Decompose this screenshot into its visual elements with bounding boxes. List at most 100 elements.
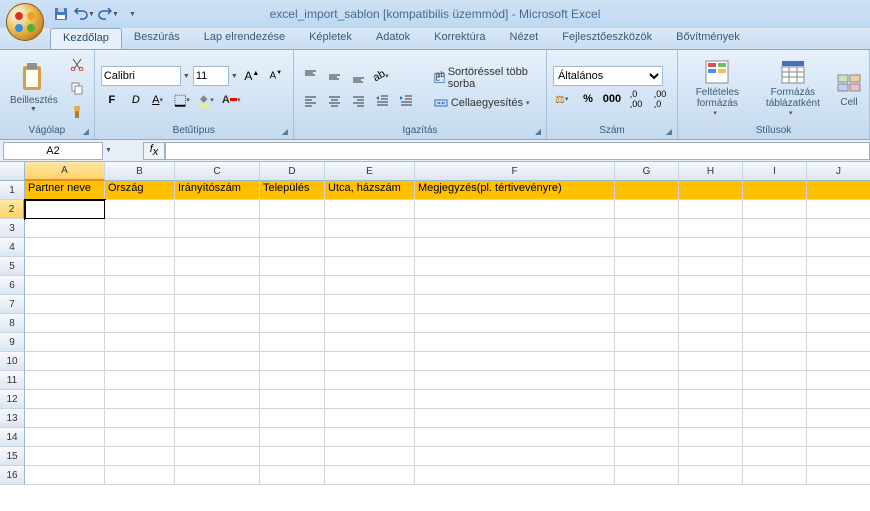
- cell[interactable]: [679, 200, 743, 219]
- cell[interactable]: [25, 314, 105, 333]
- tab-beszúrás[interactable]: Beszúrás: [122, 28, 192, 49]
- cell[interactable]: [25, 200, 105, 219]
- cell[interactable]: [679, 295, 743, 314]
- cell[interactable]: [807, 295, 870, 314]
- cell[interactable]: [415, 447, 615, 466]
- cell[interactable]: [679, 238, 743, 257]
- align-middle-button[interactable]: [324, 65, 346, 87]
- bold-button[interactable]: F: [101, 89, 123, 111]
- cell[interactable]: [415, 466, 615, 485]
- column-header[interactable]: E: [325, 162, 415, 181]
- cell[interactable]: [105, 352, 175, 371]
- tab-nézet[interactable]: Nézet: [498, 28, 551, 49]
- cell[interactable]: [415, 314, 615, 333]
- row-header[interactable]: 10: [0, 352, 25, 371]
- row-header[interactable]: 16: [0, 466, 25, 485]
- decrease-indent-button[interactable]: [372, 89, 394, 111]
- cell[interactable]: [325, 257, 415, 276]
- undo-button[interactable]: ▼: [74, 3, 96, 25]
- font-color-button[interactable]: A▾: [221, 89, 243, 111]
- cell[interactable]: [25, 257, 105, 276]
- cell[interactable]: [260, 466, 325, 485]
- align-right-button[interactable]: [348, 89, 370, 111]
- column-header[interactable]: C: [175, 162, 260, 181]
- cell[interactable]: [807, 409, 870, 428]
- row-header[interactable]: 6: [0, 276, 25, 295]
- cell[interactable]: [260, 257, 325, 276]
- cell[interactable]: [615, 257, 679, 276]
- cell[interactable]: [679, 333, 743, 352]
- cell[interactable]: [105, 314, 175, 333]
- cell[interactable]: [175, 333, 260, 352]
- office-button[interactable]: [6, 3, 44, 41]
- tab-lap-elrendezése[interactable]: Lap elrendezése: [192, 28, 297, 49]
- cell[interactable]: [415, 390, 615, 409]
- number-format-combo[interactable]: Általános: [553, 66, 663, 86]
- cell[interactable]: [679, 466, 743, 485]
- cell[interactable]: [260, 352, 325, 371]
- cell[interactable]: [105, 219, 175, 238]
- select-all-corner[interactable]: [0, 162, 25, 181]
- cell[interactable]: [615, 333, 679, 352]
- cell[interactable]: [105, 390, 175, 409]
- borders-button[interactable]: ▾: [173, 89, 195, 111]
- wrap-text-button[interactable]: abcSortöréssel több sorba: [428, 64, 540, 92]
- cell[interactable]: [415, 276, 615, 295]
- cell[interactable]: [679, 352, 743, 371]
- tab-fejlesztőeszközök[interactable]: Fejlesztőeszközök: [550, 28, 664, 49]
- cell[interactable]: [25, 371, 105, 390]
- cell[interactable]: [415, 352, 615, 371]
- grow-font-button[interactable]: A▲: [241, 65, 263, 87]
- cell[interactable]: [679, 409, 743, 428]
- clipboard-launcher[interactable]: ◢: [80, 125, 92, 137]
- cell[interactable]: [25, 390, 105, 409]
- cell[interactable]: [615, 409, 679, 428]
- cell[interactable]: [807, 352, 870, 371]
- cell[interactable]: [325, 333, 415, 352]
- cell[interactable]: [25, 352, 105, 371]
- underline-button[interactable]: A▾: [149, 89, 171, 111]
- increase-indent-button[interactable]: [396, 89, 418, 111]
- cell[interactable]: [325, 219, 415, 238]
- cell[interactable]: [105, 428, 175, 447]
- cell[interactable]: [679, 257, 743, 276]
- cell[interactable]: [260, 238, 325, 257]
- cell[interactable]: [325, 314, 415, 333]
- cell[interactable]: [175, 447, 260, 466]
- number-launcher[interactable]: ◢: [663, 125, 675, 137]
- cell[interactable]: [175, 409, 260, 428]
- cell[interactable]: [615, 371, 679, 390]
- cell[interactable]: [175, 390, 260, 409]
- cell[interactable]: [325, 238, 415, 257]
- cell[interactable]: Utca, házszám: [325, 181, 415, 200]
- cell[interactable]: [807, 181, 870, 200]
- cell[interactable]: Partner neve: [25, 181, 105, 200]
- name-box[interactable]: A2: [3, 142, 103, 160]
- cell[interactable]: [807, 466, 870, 485]
- column-header[interactable]: J: [807, 162, 870, 181]
- cell[interactable]: [743, 333, 807, 352]
- row-header[interactable]: 3: [0, 219, 25, 238]
- cell[interactable]: [743, 238, 807, 257]
- cell[interactable]: [615, 219, 679, 238]
- cell[interactable]: [25, 295, 105, 314]
- cell[interactable]: [25, 276, 105, 295]
- cell[interactable]: [325, 352, 415, 371]
- tab-kezdőlap[interactable]: Kezdőlap: [50, 28, 122, 49]
- thousands-button[interactable]: 000: [601, 88, 623, 110]
- cell[interactable]: [325, 428, 415, 447]
- cell[interactable]: Település: [260, 181, 325, 200]
- cell[interactable]: [807, 238, 870, 257]
- cell[interactable]: [743, 466, 807, 485]
- align-center-button[interactable]: [324, 89, 346, 111]
- cell[interactable]: [615, 295, 679, 314]
- cell[interactable]: [415, 409, 615, 428]
- cell[interactable]: [615, 352, 679, 371]
- cell[interactable]: [260, 390, 325, 409]
- format-as-table-button[interactable]: Formázás táblázatként▾: [755, 57, 831, 119]
- cell[interactable]: [415, 200, 615, 219]
- cell[interactable]: [807, 333, 870, 352]
- cell[interactable]: [415, 238, 615, 257]
- cell[interactable]: [743, 390, 807, 409]
- cell[interactable]: [807, 447, 870, 466]
